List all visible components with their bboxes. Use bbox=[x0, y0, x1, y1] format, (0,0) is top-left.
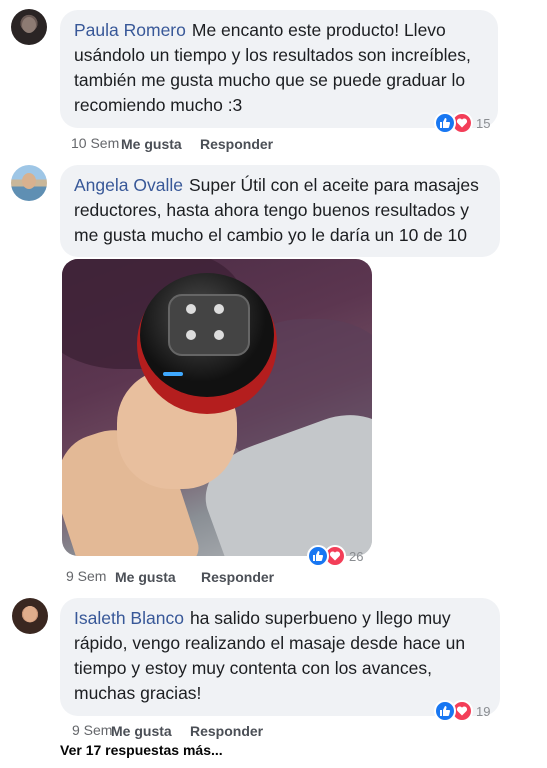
comment-bubble: Angela Ovalle Super Útil con el aceite pa… bbox=[60, 165, 500, 257]
thumbs-up-icon bbox=[434, 700, 456, 722]
comment-photo[interactable] bbox=[62, 259, 372, 556]
thumbs-up-icon bbox=[307, 545, 329, 567]
like-button[interactable]: Me gusta bbox=[121, 136, 182, 152]
device-led bbox=[163, 372, 183, 376]
reply-button[interactable]: Responder bbox=[201, 569, 274, 585]
comment-bubble: Paula Romero Me encanto este producto! Ll… bbox=[60, 10, 498, 128]
reaction-count: 26 bbox=[349, 548, 364, 564]
like-button[interactable]: Me gusta bbox=[111, 723, 172, 739]
reaction-summary[interactable]: 15 bbox=[434, 112, 490, 134]
comment-author[interactable]: Isaleth Blanco bbox=[74, 608, 184, 628]
comment-author[interactable]: Paula Romero bbox=[74, 20, 186, 40]
device-button bbox=[214, 330, 224, 340]
device-button bbox=[214, 304, 224, 314]
reaction-summary[interactable]: 19 bbox=[434, 700, 490, 722]
like-button[interactable]: Me gusta bbox=[115, 569, 176, 585]
comment-time[interactable]: 9 Sem bbox=[72, 722, 112, 738]
comment-bubble: Isaleth Blanco ha salido superbueno y lle… bbox=[60, 598, 500, 716]
device-panel bbox=[168, 294, 250, 356]
avatar-paula-romero[interactable] bbox=[11, 9, 47, 45]
more-replies-link[interactable]: Ver 17 respuestas más... bbox=[60, 742, 223, 758]
avatar-isaleth-blanco[interactable] bbox=[12, 598, 48, 634]
reaction-count: 19 bbox=[476, 703, 491, 719]
device-button bbox=[186, 330, 196, 340]
avatar-face bbox=[22, 17, 36, 33]
comment-time[interactable]: 9 Sem bbox=[66, 568, 106, 584]
reaction-count: 15 bbox=[476, 115, 491, 131]
reply-button[interactable]: Responder bbox=[200, 136, 273, 152]
thumbs-up-icon bbox=[434, 112, 456, 134]
avatar-face bbox=[22, 173, 36, 189]
comment-time[interactable]: 10 Sem bbox=[71, 135, 119, 151]
device-button bbox=[186, 304, 196, 314]
avatar-angela-ovalle[interactable] bbox=[11, 165, 47, 201]
reply-button[interactable]: Responder bbox=[190, 723, 263, 739]
avatar-face bbox=[23, 606, 37, 622]
reaction-summary[interactable]: 26 bbox=[307, 545, 363, 567]
comment-author[interactable]: Angela Ovalle bbox=[74, 175, 183, 195]
